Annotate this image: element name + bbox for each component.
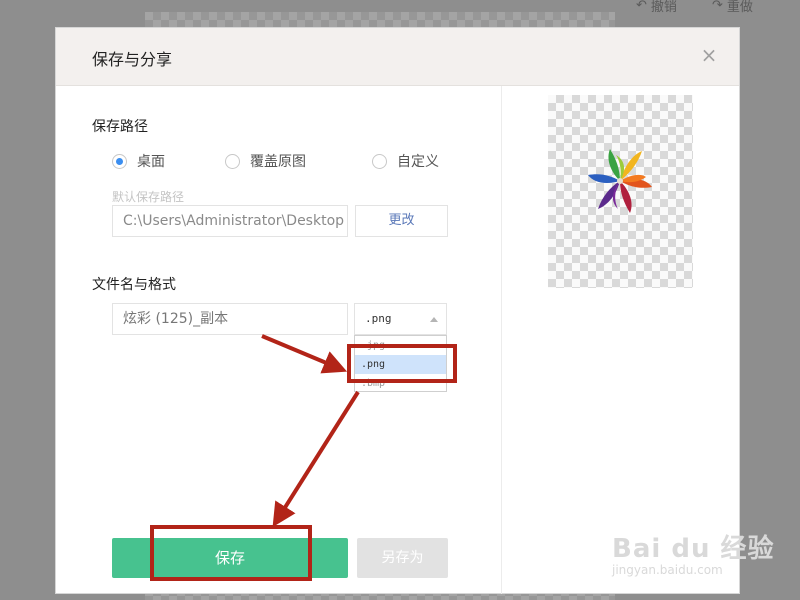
vertical-divider — [501, 86, 502, 594]
chevron-up-icon — [430, 317, 438, 322]
watermark: Bai du 经验 jingyan.baidu.com — [612, 528, 775, 577]
radio-overwrite-label: 覆盖原图 — [250, 154, 306, 170]
format-dropdown: .jpg .png .bmp — [354, 335, 447, 392]
radio-checked-icon — [112, 153, 127, 169]
radio-unchecked-icon — [372, 153, 387, 169]
format-selected-value: .png — [365, 312, 392, 325]
undo-icon: ↶ — [636, 0, 647, 13]
default-path-hint: 默认保存路径 — [112, 190, 185, 204]
watermark-logo: Bai du 经验 — [612, 534, 775, 564]
format-option-png[interactable]: .png — [355, 355, 446, 374]
close-icon[interactable]: × — [699, 45, 719, 65]
save-as-button[interactable]: 另存为 — [357, 538, 448, 578]
format-option-bmp[interactable]: .bmp — [355, 374, 446, 393]
change-path-button[interactable]: 更改 — [355, 205, 448, 237]
image-preview — [548, 95, 693, 288]
undo-button[interactable]: ↶ 撤销 — [636, 0, 677, 15]
radio-custom-label: 自定义 — [397, 154, 439, 170]
format-option-jpg[interactable]: .jpg — [355, 336, 446, 355]
radio-desktop-label: 桌面 — [137, 154, 165, 170]
file-name-input[interactable]: 炫彩 (125)_副本 — [112, 303, 348, 335]
save-share-dialog: 保存与分享 × 保存路径 桌面 覆盖原图 自定义 默认保存路径 C:\Users… — [55, 27, 740, 594]
dialog-header: 保存与分享 × — [56, 28, 739, 86]
redo-label: 重做 — [726, 0, 753, 15]
format-select[interactable]: .png — [354, 303, 447, 335]
watermark-url: jingyan.baidu.com — [612, 563, 723, 577]
radio-custom[interactable]: 自定义 — [372, 151, 439, 171]
radio-overwrite[interactable]: 覆盖原图 — [225, 151, 306, 171]
redo-button[interactable]: ↷ 重做 — [712, 0, 753, 15]
dialog-title: 保存与分享 — [92, 50, 173, 69]
pinwheel-image — [588, 149, 652, 213]
save-path-label: 保存路径 — [92, 119, 148, 135]
file-name-format-label: 文件名与格式 — [92, 277, 176, 293]
redo-icon: ↷ — [712, 0, 723, 13]
save-button[interactable]: 保存 — [112, 538, 348, 578]
undo-label: 撤销 — [650, 0, 677, 15]
radio-unchecked-icon — [225, 153, 240, 169]
radio-desktop[interactable]: 桌面 — [112, 151, 165, 171]
save-path-input[interactable]: C:\Users\Administrator\Desktop — [112, 205, 348, 237]
